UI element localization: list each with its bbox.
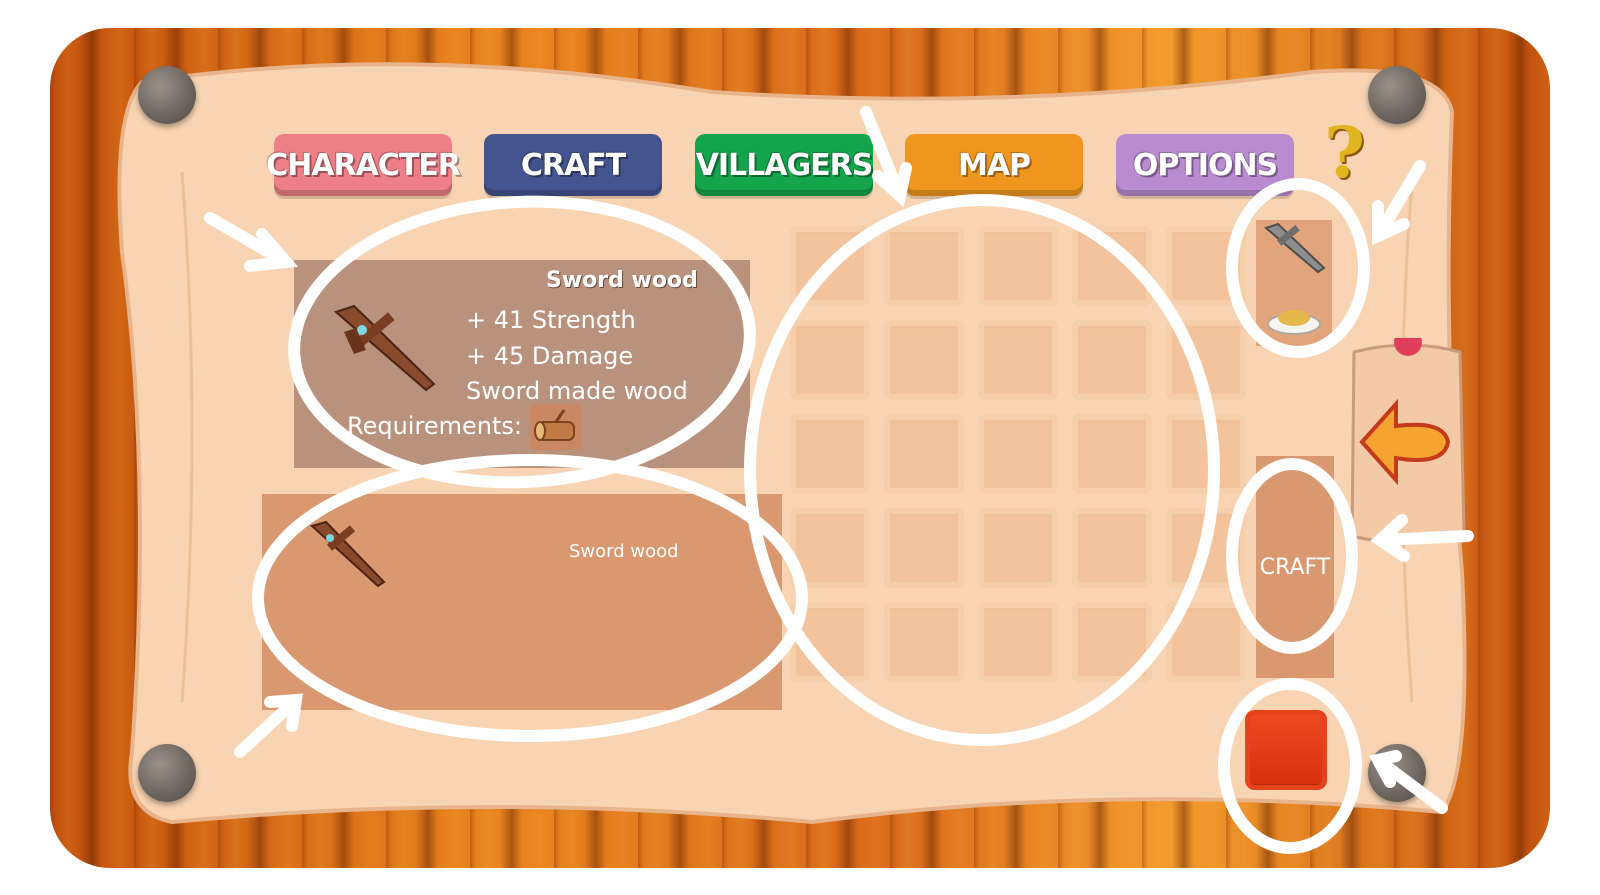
requirement-slot <box>530 404 582 450</box>
inventory-slot[interactable] <box>1072 320 1152 400</box>
item-stat-damage: + 45 Damage <box>466 342 634 370</box>
inventory-slot[interactable] <box>884 508 964 588</box>
item-stat-strength: + 41 Strength <box>466 306 636 334</box>
inventory-slot[interactable] <box>978 226 1058 306</box>
back-button[interactable] <box>1348 328 1466 550</box>
recipe-list-item-label: Sword wood <box>569 541 679 562</box>
inventory-slot[interactable] <box>1166 226 1246 306</box>
inventory-slot[interactable] <box>790 508 870 588</box>
food-plate-icon[interactable] <box>1266 302 1322 336</box>
corner-pin-bottom-left <box>138 744 196 802</box>
help-icon[interactable]: ? <box>1324 118 1368 192</box>
recipe-list-item[interactable] <box>262 494 782 604</box>
corner-pin-top-right <box>1368 66 1426 124</box>
inventory-slot[interactable] <box>884 602 964 682</box>
inventory-slot[interactable] <box>1166 602 1246 682</box>
inventory-slot[interactable] <box>790 602 870 682</box>
tab-villagers[interactable]: VILLAGERS <box>695 134 873 196</box>
inventory-slot[interactable] <box>1072 508 1152 588</box>
wooden-sword-icon <box>334 304 436 392</box>
tab-character[interactable]: CHARACTER <box>266 134 461 196</box>
corner-pin-top-left <box>138 66 196 124</box>
inventory-slot[interactable] <box>1166 414 1246 494</box>
corner-pin-bottom-right <box>1368 744 1426 802</box>
inventory-slot[interactable] <box>1072 602 1152 682</box>
inventory-slot[interactable] <box>978 508 1058 588</box>
inventory-slot[interactable] <box>978 320 1058 400</box>
inventory-slot[interactable] <box>790 320 870 400</box>
requirements-label: Requirements: <box>347 412 522 440</box>
item-description: Sword made wood <box>466 377 688 405</box>
inventory-slot[interactable] <box>978 414 1058 494</box>
inventory-slot[interactable] <box>884 414 964 494</box>
tab-map[interactable]: MAP <box>905 134 1083 196</box>
inventory-slot[interactable] <box>978 602 1058 682</box>
tab-craft[interactable]: CRAFT <box>484 134 662 196</box>
red-square-button[interactable] <box>1245 710 1327 790</box>
inventory-slot[interactable] <box>1166 508 1246 588</box>
craft-button[interactable]: CRAFT <box>1256 456 1334 678</box>
equipped-slots <box>1256 220 1332 346</box>
inventory-slot[interactable] <box>1072 414 1152 494</box>
wood-log-icon <box>534 409 575 441</box>
tab-options[interactable]: OPTIONS <box>1116 134 1294 196</box>
wooden-sword-icon <box>309 520 386 588</box>
inventory-slot[interactable] <box>884 226 964 306</box>
back-arrow-icon <box>1350 328 1466 545</box>
inventory-slot[interactable] <box>1166 320 1246 400</box>
inventory-slot[interactable] <box>1072 226 1152 306</box>
inventory-slot[interactable] <box>884 320 964 400</box>
stone-sword-icon[interactable] <box>1262 222 1326 274</box>
item-title: Sword wood <box>546 268 698 293</box>
inventory-slot[interactable] <box>790 226 870 306</box>
inventory-slot[interactable] <box>790 414 870 494</box>
